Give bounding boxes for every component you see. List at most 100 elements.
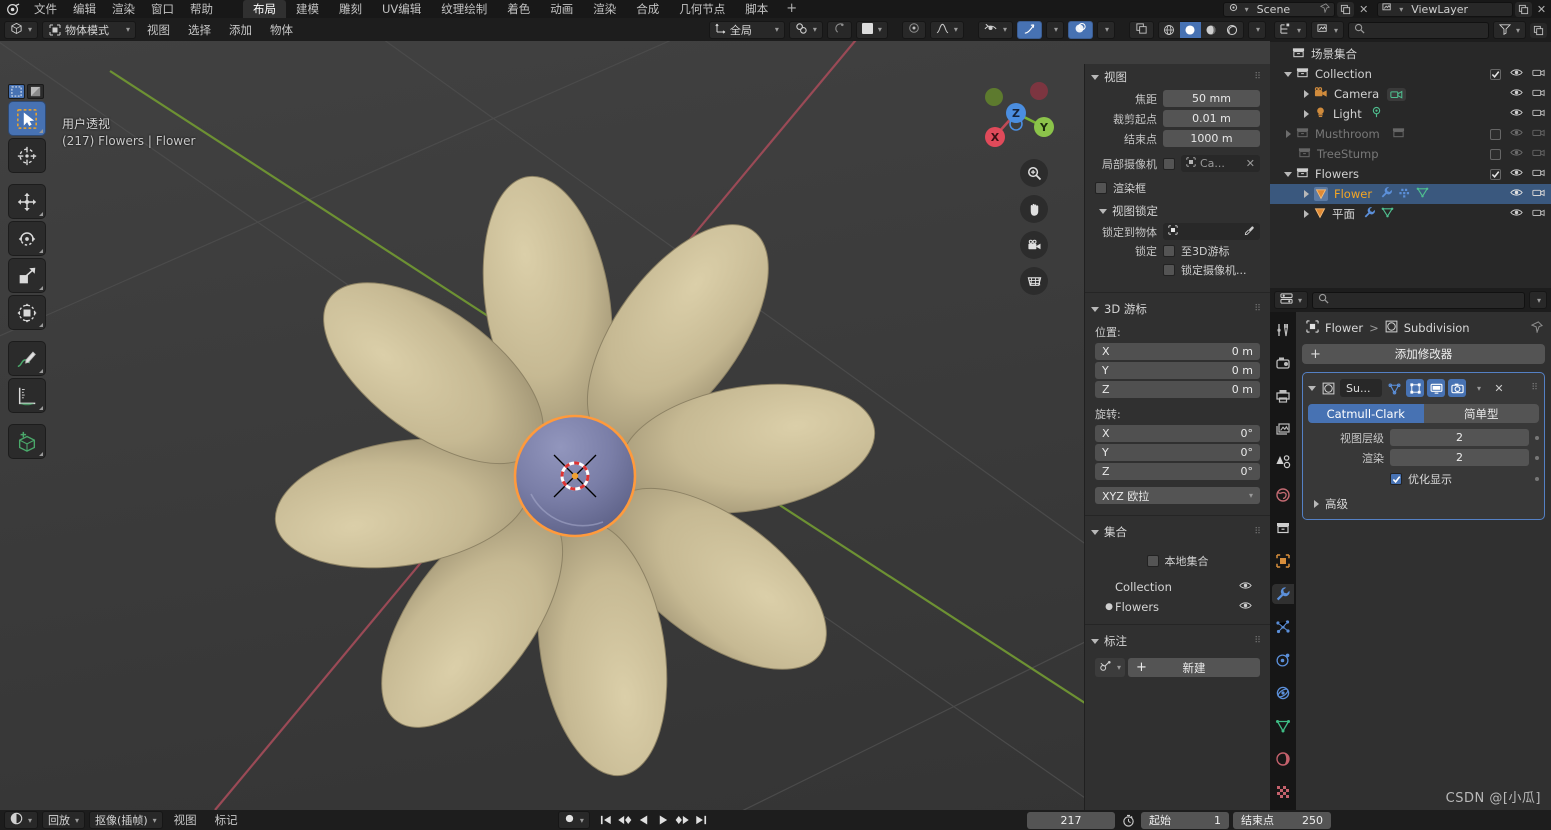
edit-mode-cage-icon[interactable] bbox=[1385, 379, 1403, 397]
camera-render-icon[interactable] bbox=[1532, 207, 1545, 221]
expand-triangle-right-icon[interactable] bbox=[1282, 130, 1294, 138]
sidebar-tab-view[interactable]: 视图 bbox=[1084, 182, 1085, 222]
cursor-location-y[interactable]: Y 0 m bbox=[1095, 362, 1260, 379]
shading-material-preview[interactable] bbox=[1200, 21, 1222, 38]
collection-item-flowers[interactable]: ● Flowers bbox=[1095, 597, 1260, 617]
menu-window[interactable]: 窗口 bbox=[143, 0, 182, 18]
exclude-checkbox[interactable] bbox=[1490, 128, 1501, 140]
ortho-persp-toggle-icon[interactable] bbox=[1020, 267, 1048, 295]
animate-property-dot[interactable] bbox=[1535, 477, 1539, 481]
new-annotation-button[interactable]: + 新建 bbox=[1128, 658, 1260, 677]
overlays-dropdown[interactable]: ▾ bbox=[1096, 20, 1115, 39]
animate-property-dot[interactable] bbox=[1535, 455, 1539, 460]
menu-edit[interactable]: 编辑 bbox=[65, 0, 104, 18]
breadcrumb-object-name[interactable]: Flower bbox=[1325, 321, 1363, 335]
outliner-filter-scene-selector[interactable]: ▾ bbox=[1311, 21, 1345, 39]
shading-dropdown[interactable]: ▾ bbox=[1247, 20, 1266, 39]
chevron-down-icon[interactable] bbox=[1308, 385, 1316, 391]
subdivision-type-simple[interactable]: 简单型 bbox=[1423, 404, 1539, 423]
xray-toggle[interactable] bbox=[1128, 20, 1154, 39]
render-levels-field[interactable]: 2 bbox=[1390, 449, 1529, 466]
light-data-icon[interactable] bbox=[1370, 106, 1383, 122]
tool-move[interactable] bbox=[8, 184, 46, 219]
clip-start-field[interactable]: 0.01 m bbox=[1163, 110, 1260, 127]
sidebar-tab-item[interactable]: 条目 bbox=[1084, 94, 1085, 134]
particles-icon[interactable] bbox=[1398, 186, 1411, 202]
viewlayer-selector[interactable]: ▾ ViewLayer bbox=[1377, 1, 1513, 17]
mesh-data-icon[interactable] bbox=[1416, 186, 1429, 202]
eye-icon[interactable] bbox=[1510, 107, 1523, 121]
exclude-checkbox[interactable] bbox=[1490, 148, 1501, 160]
expand-triangle-down-icon[interactable] bbox=[1282, 171, 1294, 177]
workspace-tab-modeling[interactable]: 建模 bbox=[286, 0, 329, 18]
properties-search-field[interactable] bbox=[1333, 293, 1519, 307]
expand-triangle-down-icon[interactable] bbox=[1282, 71, 1294, 77]
optimal-display-checkbox[interactable] bbox=[1390, 473, 1402, 485]
outliner-row-scene-collection[interactable]: 场景集合 bbox=[1270, 44, 1551, 64]
cursor-rotation-x[interactable]: X 0° bbox=[1095, 425, 1260, 442]
tool-measure[interactable] bbox=[8, 378, 46, 413]
eye-icon[interactable] bbox=[1510, 167, 1523, 181]
outliner-filter-button[interactable]: ▾ bbox=[1492, 21, 1526, 39]
play-icon[interactable] bbox=[655, 812, 672, 829]
workspace-tab-compositing[interactable]: 合成 bbox=[626, 0, 669, 18]
clip-end-field[interactable]: 1000 m bbox=[1163, 130, 1260, 147]
properties-tab-object-data[interactable] bbox=[1272, 716, 1294, 736]
camera-icon[interactable] bbox=[1448, 379, 1466, 397]
exclude-checkbox[interactable] bbox=[1490, 68, 1501, 80]
cursor-location-z[interactable]: Z 0 m bbox=[1095, 381, 1260, 398]
camera-render-icon[interactable] bbox=[1532, 127, 1545, 141]
gizmo-dropdown[interactable]: ▾ bbox=[1045, 20, 1064, 39]
outliner-row-collection[interactable]: Collection bbox=[1270, 64, 1551, 84]
outliner-row-plane[interactable]: 平面 bbox=[1270, 204, 1551, 224]
eye-icon[interactable] bbox=[1510, 67, 1523, 81]
workspace-tab-uv-editing[interactable]: UV编辑 bbox=[372, 0, 431, 18]
jump-start-icon[interactable] bbox=[598, 812, 615, 829]
eye-icon[interactable] bbox=[1510, 147, 1523, 161]
play-reverse-icon[interactable] bbox=[636, 812, 653, 829]
outliner-row-camera[interactable]: Camera bbox=[1270, 84, 1551, 104]
wrench-modifier-icon[interactable] bbox=[1380, 186, 1393, 202]
properties-tab-constraints[interactable] bbox=[1272, 683, 1294, 703]
sidebar-section-view-header[interactable]: 视图 ⠿ bbox=[1085, 64, 1270, 90]
lock-to-object-field[interactable] bbox=[1163, 223, 1260, 240]
proportional-editing-toggle[interactable] bbox=[826, 20, 852, 39]
auto-keying-toggle[interactable]: ▾ bbox=[557, 811, 590, 829]
drag-grip-icon[interactable]: ⠿ bbox=[1531, 383, 1539, 393]
drag-grip-icon[interactable]: ⠿ bbox=[1254, 304, 1262, 314]
cursor-rotation-z[interactable]: Z 0° bbox=[1095, 463, 1260, 480]
editor-type-selector[interactable]: ▾ bbox=[4, 20, 39, 39]
cursor-rotation-mode-selector[interactable]: XYZ 欧拉 ▾ bbox=[1095, 487, 1260, 504]
transform-orientation-selector[interactable]: 全局 ▾ bbox=[708, 20, 785, 39]
outliner-new-button[interactable] bbox=[1530, 22, 1547, 38]
wrench-modifier-icon[interactable] bbox=[1363, 206, 1376, 222]
camera-render-icon[interactable] bbox=[1532, 187, 1545, 201]
viewport-menu-view[interactable]: 视图 bbox=[140, 21, 177, 39]
sidebar-section-cursor-header[interactable]: 3D 游标 ⠿ bbox=[1085, 296, 1270, 322]
collection-item-collection[interactable]: Collection bbox=[1095, 577, 1260, 597]
object-visibility-selector[interactable]: ▾ bbox=[977, 20, 1013, 39]
outliner-row-flowers[interactable]: Flowers bbox=[1270, 164, 1551, 184]
local-camera-checkbox[interactable] bbox=[1163, 157, 1175, 170]
overlays-toggle[interactable] bbox=[1067, 20, 1093, 39]
properties-tab-texture[interactable] bbox=[1272, 782, 1294, 802]
eye-icon[interactable] bbox=[1239, 580, 1252, 594]
next-keyframe-icon[interactable] bbox=[674, 812, 691, 829]
tool-transform[interactable] bbox=[8, 295, 46, 330]
modifier-name-field[interactable]: Su... bbox=[1340, 379, 1382, 397]
properties-tab-output[interactable] bbox=[1272, 386, 1294, 406]
workspace-tab-rendering[interactable]: 渲染 bbox=[583, 0, 626, 18]
outliner-search-input[interactable] bbox=[1348, 21, 1489, 39]
pin-icon[interactable] bbox=[1530, 320, 1544, 336]
advanced-section-header[interactable]: 高级 bbox=[1308, 490, 1539, 514]
mesh-data-icon[interactable] bbox=[1381, 206, 1394, 222]
expand-triangle-right-icon[interactable] bbox=[1300, 190, 1312, 198]
annotation-layer-selector[interactable]: ▾ bbox=[1095, 658, 1126, 677]
current-frame-field[interactable]: 217 bbox=[1027, 811, 1115, 829]
properties-tab-object[interactable] bbox=[1272, 551, 1294, 571]
properties-options-dropdown[interactable]: ▾ bbox=[1528, 291, 1547, 309]
properties-tab-modifiers[interactable] bbox=[1272, 584, 1294, 604]
prev-keyframe-icon[interactable] bbox=[617, 812, 634, 829]
remove-scene-button[interactable]: ✕ bbox=[1356, 2, 1371, 17]
drag-grip-icon[interactable]: ⠿ bbox=[1254, 636, 1262, 646]
